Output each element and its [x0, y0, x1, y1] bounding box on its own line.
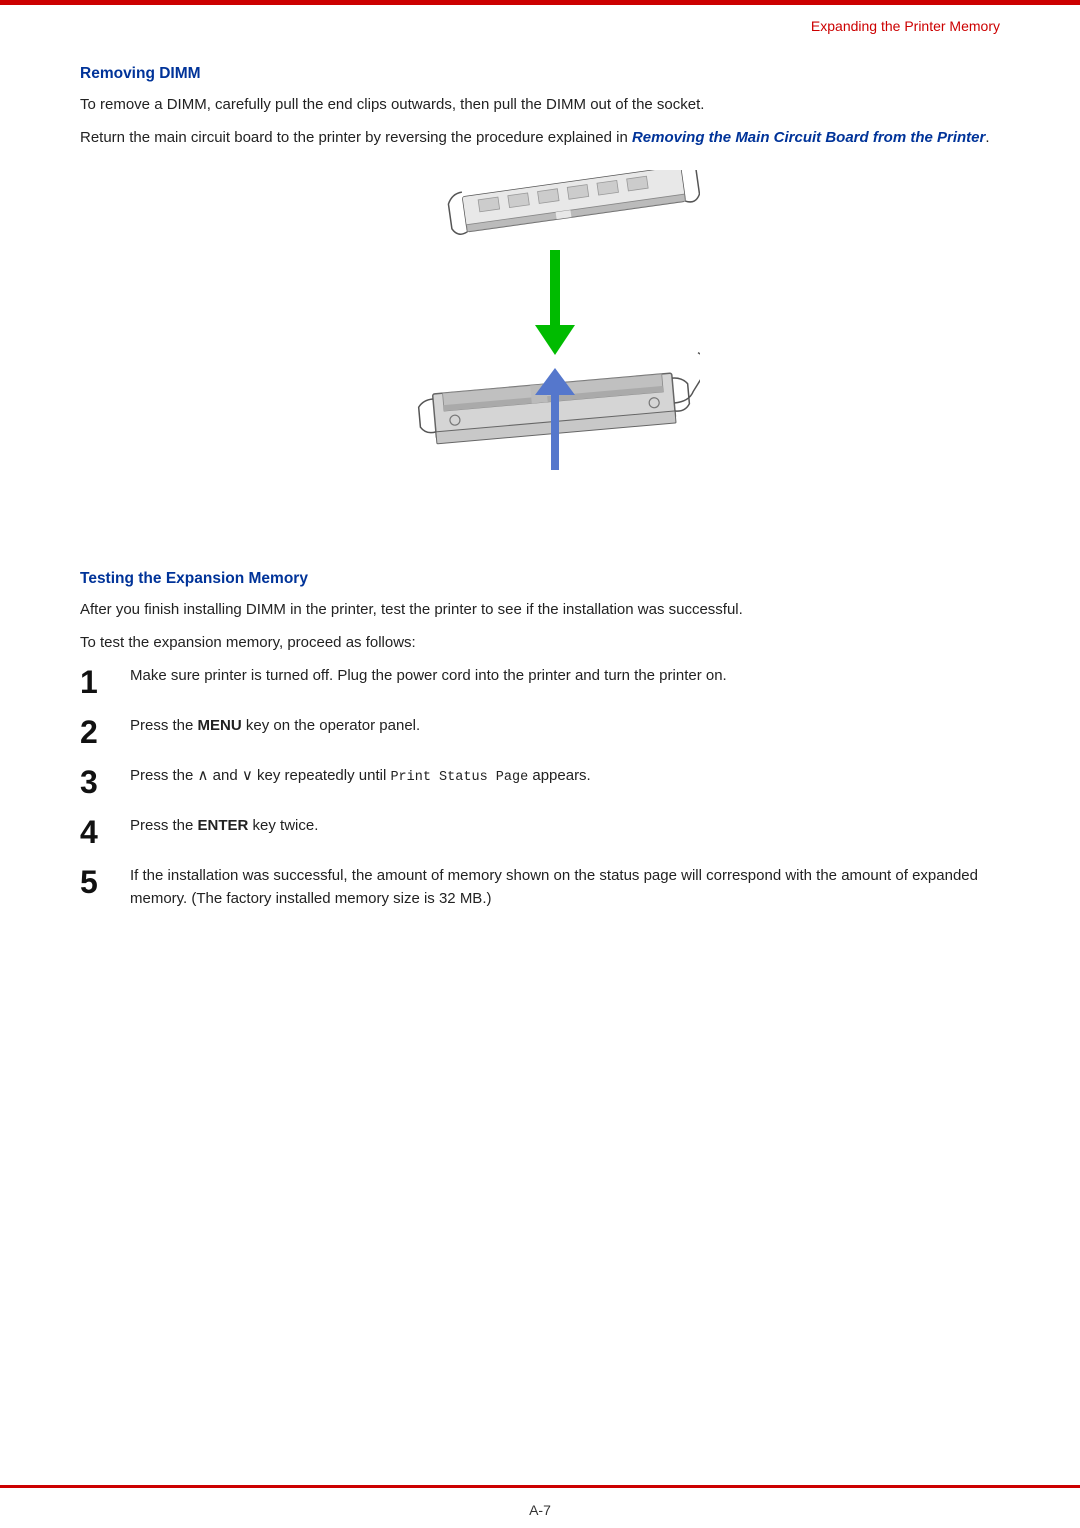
down-key-symbol: ∨	[242, 767, 253, 784]
testing-section: Testing the Expansion Memory After you f…	[80, 570, 1000, 655]
removing-dimm-section: Removing DIMM To remove a DIMM, carefull…	[80, 65, 1000, 150]
dimm-svg	[380, 170, 700, 540]
step-5-row: 5 If the installation was successful, th…	[80, 864, 1000, 911]
step-1-number: 1	[80, 664, 130, 698]
removing-dimm-para1: To remove a DIMM, carefully pull the end…	[80, 93, 1000, 116]
steps-section: 1 Make sure printer is turned off. Plug …	[80, 664, 1000, 911]
up-key-symbol: ∧	[198, 767, 209, 784]
step-4-text: Press the ENTER key twice.	[130, 814, 1000, 837]
circuit-board-link[interactable]: Removing the Main Circuit Board from the…	[632, 129, 985, 146]
top-dimm-board	[442, 170, 700, 235]
print-status-code: Print Status Page	[390, 770, 528, 785]
content-area: Removing DIMM To remove a DIMM, carefull…	[0, 35, 1080, 987]
step-4-row: 4 Press the ENTER key twice.	[80, 814, 1000, 848]
down-arrow	[535, 250, 575, 355]
removing-dimm-para2: Return the main circuit board to the pri…	[80, 126, 1000, 149]
footer-area: A-7	[0, 1502, 1080, 1518]
step-4-number: 4	[80, 814, 130, 848]
testing-para2: To test the expansion memory, proceed as…	[80, 631, 1000, 654]
step-3-row: 3 Press the ∧ and ∨ key repeatedly until…	[80, 764, 1000, 798]
dimm-diagram	[80, 170, 1000, 540]
step-3-number: 3	[80, 764, 130, 798]
header-link: Expanding the Printer Memory	[811, 18, 1000, 34]
step-2-number: 2	[80, 714, 130, 748]
step-5-number: 5	[80, 864, 130, 898]
step-1-text: Make sure printer is turned off. Plug th…	[130, 664, 1000, 687]
page-number: A-7	[529, 1502, 551, 1518]
para2-end: .	[985, 129, 989, 146]
testing-title: Testing the Expansion Memory	[80, 570, 1000, 588]
removing-dimm-title: Removing DIMM	[80, 65, 1000, 83]
step-2-row: 2 Press the MENU key on the operator pan…	[80, 714, 1000, 748]
para2-start: Return the main circuit board to the pri…	[80, 129, 632, 146]
step-3-text: Press the ∧ and ∨ key repeatedly until P…	[130, 764, 1000, 789]
menu-bold: MENU	[198, 717, 242, 734]
enter-bold: ENTER	[198, 817, 249, 834]
testing-para1: After you finish installing DIMM in the …	[80, 598, 1000, 621]
header-area: Expanding the Printer Memory	[0, 0, 1080, 35]
step-2-text: Press the MENU key on the operator panel…	[130, 714, 1000, 737]
top-border	[0, 0, 1080, 5]
step-5-text: If the installation was successful, the …	[130, 864, 1000, 911]
step-1-row: 1 Make sure printer is turned off. Plug …	[80, 664, 1000, 698]
bottom-border	[0, 1485, 1080, 1488]
